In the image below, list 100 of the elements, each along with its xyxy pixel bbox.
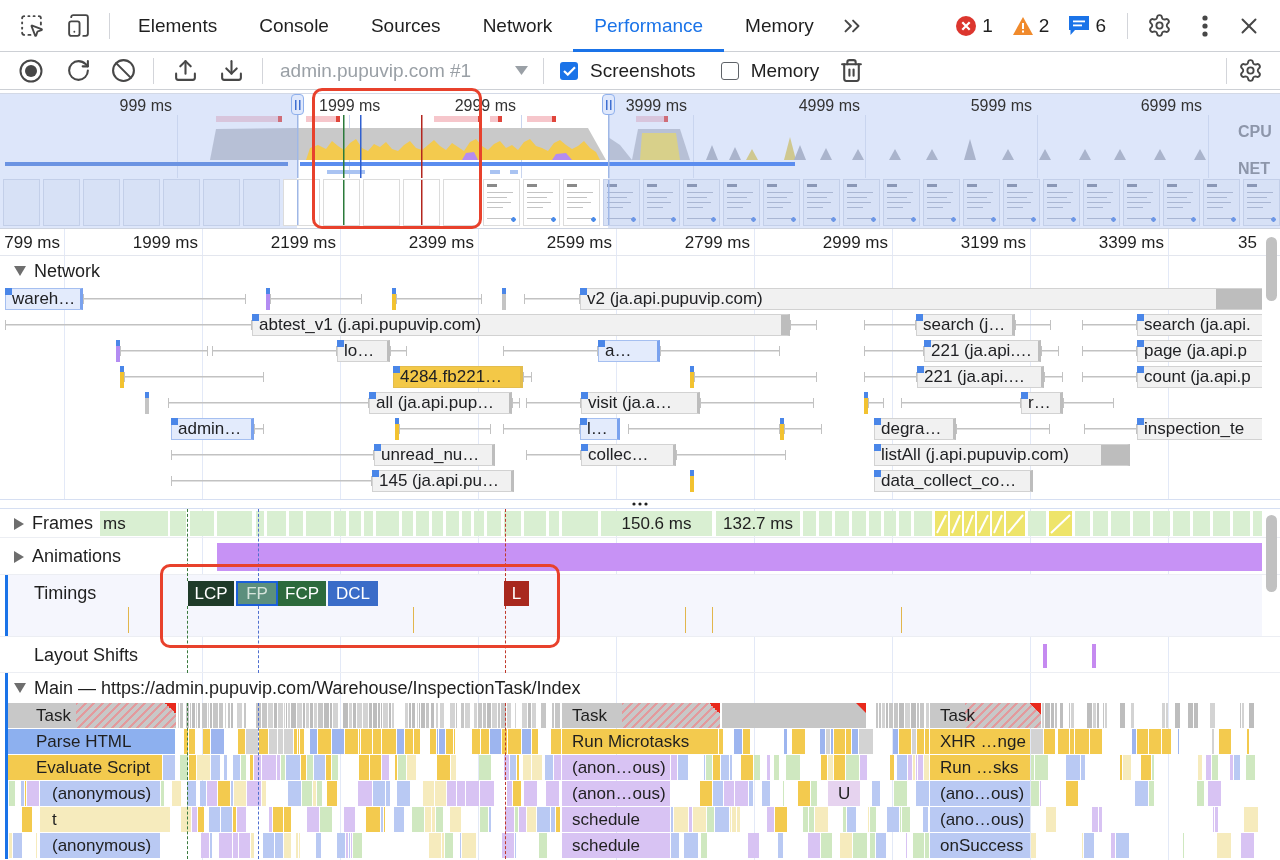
flame-chart-entry[interactable]: Task [930, 703, 1041, 728]
flame-chart-entry[interactable]: schedule [562, 807, 670, 832]
checkbox-label: Screenshots [590, 59, 696, 82]
request-bar[interactable]: v2 (ja.api.pupuvip.com) [580, 288, 1262, 310]
timing-marker[interactable]: DCL [328, 581, 378, 606]
frame-block[interactable]: ms [100, 511, 168, 536]
flame-chart-entry[interactable]: U [828, 781, 860, 806]
flame-chart-entry[interactable]: Run Microtasks [562, 729, 718, 754]
priority-icon [1137, 314, 1144, 321]
timing-marker[interactable]: FCP [278, 581, 326, 606]
request-bar[interactable]: a… [598, 340, 660, 362]
request-bar[interactable]: lo… [337, 340, 390, 362]
lane-label: CPU [1238, 123, 1272, 141]
request-bar[interactable]: abtest_v1 (j.api.pupuvip.com) [252, 314, 790, 336]
error-count-button[interactable]: 1 [953, 10, 996, 41]
request-bar[interactable]: page (ja.api.p [1137, 340, 1262, 362]
request-bar[interactable]: 4284.fb221… [393, 366, 523, 388]
request-bar[interactable]: count (ja.api.p [1137, 366, 1262, 388]
request-bar[interactable]: inspection_te [1137, 418, 1262, 440]
overview-time-label: 3999 ms [625, 97, 687, 115]
caret-right-icon[interactable] [14, 517, 24, 530]
panel-tab[interactable]: Console [238, 0, 350, 52]
panel-tab[interactable]: Elements [117, 0, 239, 52]
warning-count-button[interactable]: 2 [1009, 10, 1053, 41]
screenshot-thumbnail [123, 179, 160, 226]
frame-block[interactable]: 132.7 ms [716, 511, 800, 536]
flame-chart-entry[interactable]: t [40, 807, 170, 832]
priority-icon [580, 288, 587, 295]
request-bar[interactable]: l… [580, 418, 620, 440]
priority-icon [5, 288, 12, 295]
ruler-time-label: 1999 ms [132, 233, 198, 253]
request-bar[interactable]: wareh… [5, 288, 83, 310]
range-handle[interactable] [291, 94, 304, 115]
screenshot-thumbnail [243, 179, 280, 226]
request-bar[interactable]: data_collect_co… [874, 470, 1033, 492]
ruler-time-label: 799 ms [4, 233, 60, 253]
screenshot-thumbnail [163, 179, 200, 226]
screenshot-thumbnail [1043, 179, 1080, 226]
timing-marker[interactable]: L [504, 581, 529, 606]
flame-chart-entry[interactable]: (ano…ous) [930, 781, 1030, 806]
flame-chart-entry[interactable]: Run …sks [930, 755, 1030, 780]
request-bar[interactable]: search (ja.api. [1137, 314, 1262, 336]
request-bar[interactable]: 221 (ja.api.… [917, 366, 1044, 388]
panel-tab[interactable]: Sources [349, 0, 462, 52]
drag-handle-icon[interactable] [632, 502, 648, 506]
panel-tab[interactable]: Performance [573, 0, 725, 52]
panel-tab[interactable]: Memory [724, 0, 835, 52]
panel-tab[interactable]: Network [461, 0, 574, 52]
request-bar[interactable]: unread_nu… [374, 444, 495, 466]
priority-icon [874, 470, 881, 477]
request-bar[interactable]: admin… [171, 418, 254, 440]
checkbox[interactable] [560, 61, 578, 80]
layout-shift-marker[interactable] [1092, 644, 1096, 668]
timing-marker[interactable]: LCP [188, 581, 234, 606]
screenshot-thumbnail [3, 179, 40, 226]
priority-icon [581, 444, 588, 451]
track-title: Main — https://admin.pupuvip.com/Warehouse/InspectionTask/Index [34, 677, 581, 699]
caret-down-icon[interactable] [14, 266, 26, 276]
screenshot-thumbnail [603, 179, 640, 226]
flame-chart-entry[interactable]: schedule [562, 833, 670, 858]
caret-down-icon[interactable] [14, 683, 26, 693]
download-icon [218, 58, 244, 83]
flame-chart-entry[interactable]: Evaluate Script [8, 755, 162, 780]
flame-chart-entry[interactable]: (anonymous) [40, 781, 160, 806]
request-bar[interactable]: collec… [581, 444, 676, 466]
request-bar[interactable]: all (ja.api.pup… [369, 392, 512, 414]
frame-block[interactable]: 150.6 ms [601, 511, 712, 536]
request-bar[interactable]: listAll (j.api.pupuvip.com) [874, 444, 1130, 466]
devices-icon [65, 13, 91, 38]
flame-chart-entry[interactable]: XHR …nge [930, 729, 1030, 754]
request-bar[interactable]: r… [1021, 392, 1063, 414]
request-bar[interactable]: 145 (ja.api.pu… [372, 470, 514, 492]
info-count-button[interactable]: 6 [1066, 10, 1109, 41]
flame-chart-entry[interactable]: Task [562, 703, 720, 728]
flame-chart-entry[interactable]: (anon…ous) [562, 781, 670, 806]
scrollbar-thumb[interactable] [1266, 237, 1277, 301]
track-title: Animations [32, 546, 122, 567]
request-bar[interactable]: search (j… [916, 314, 1015, 336]
screenshot-thumbnail [1163, 179, 1200, 226]
scrollbar-thumb[interactable] [1266, 515, 1277, 592]
request-bar[interactable]: visit (ja.a… [581, 392, 700, 414]
flame-chart-entry[interactable]: (anonymous) [40, 833, 160, 858]
ruler-time-label: 2999 ms [822, 233, 888, 253]
marker-line [258, 606, 259, 673]
screenshot-thumbnail [883, 179, 920, 226]
layout-shift-marker[interactable] [1043, 644, 1047, 668]
ruler-time-label: 3399 ms [1098, 233, 1164, 253]
flame-chart-entry[interactable]: (ano…ous) [930, 807, 1030, 832]
flame-chart-entry[interactable]: onSuccess [930, 833, 1030, 858]
caret-right-icon[interactable] [14, 550, 24, 563]
flame-chart-entry[interactable]: Task [8, 703, 176, 728]
reload-icon [65, 58, 91, 83]
range-handle[interactable] [602, 94, 615, 115]
checkbox[interactable] [720, 61, 739, 80]
flame-chart-entry[interactable]: (anon…ous) [562, 755, 670, 780]
request-bar[interactable]: 221 (ja.api.… [924, 340, 1041, 362]
priority-icon [581, 392, 588, 399]
ruler-time-label: 2599 ms [546, 233, 612, 253]
request-bar[interactable]: degra… [874, 418, 956, 440]
flame-chart-entry[interactable]: Parse HTML [8, 729, 175, 754]
